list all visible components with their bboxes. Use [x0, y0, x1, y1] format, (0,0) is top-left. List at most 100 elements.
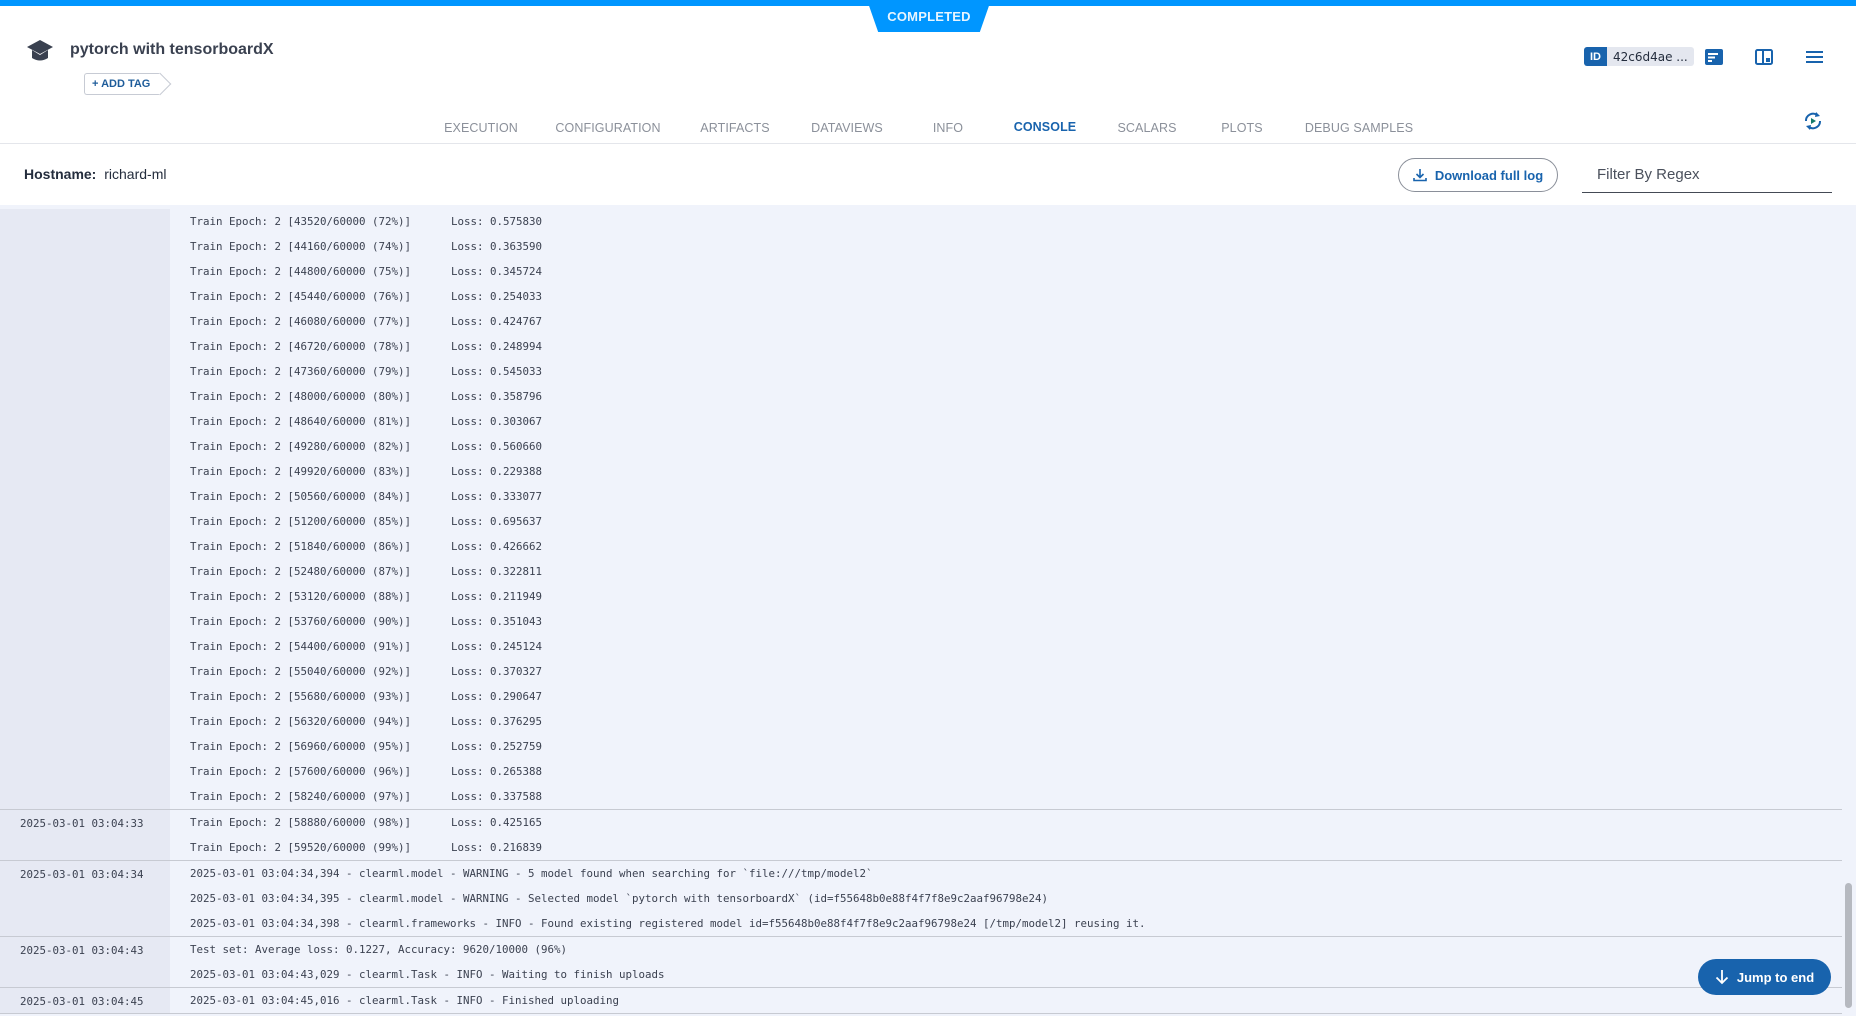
- tab-scalars[interactable]: SCALARS: [1112, 106, 1182, 150]
- arrow-down-icon: [1715, 970, 1728, 985]
- log-group: 2025-03-01 03:04:34 2025-03-01 03:04:34,3…: [0, 861, 1842, 937]
- console-scrollbar[interactable]: [1845, 883, 1852, 1008]
- tab-console[interactable]: CONSOLE: [994, 106, 1096, 150]
- log-line: Train Epoch: 2 [49280/60000 (82%)] Loss: …: [190, 434, 1842, 459]
- log-lines: Test set: Average loss: 0.1227, Accuracy…: [170, 937, 1842, 987]
- log-message: Train Epoch: 2 [49280/60000 (82%)]: [190, 440, 412, 453]
- log-line: Train Epoch: 2 [59520/60000 (99%)] Loss: …: [190, 835, 1842, 860]
- log-line: Train Epoch: 2 [46080/60000 (77%)] Loss: …: [190, 309, 1842, 334]
- download-label: Download full log: [1434, 167, 1544, 183]
- tab-configuration[interactable]: CONFIGURATION: [553, 106, 663, 150]
- log-message: 2025-03-01 03:04:34,394 - clearml.model …: [190, 867, 873, 880]
- menu-icon[interactable]: [1803, 46, 1825, 68]
- id-value: 42c6d4ae ...: [1607, 47, 1694, 66]
- log-loss: Loss: 0.560660: [451, 440, 543, 453]
- log-loss: Loss: 0.333077: [451, 490, 543, 503]
- log-line: 2025-03-01 03:04:34,394 - clearml.model …: [190, 861, 1842, 886]
- add-tag-button[interactable]: + ADD TAG: [84, 73, 161, 95]
- log-message: Train Epoch: 2 [46080/60000 (77%)]: [190, 315, 412, 328]
- log-lines: 2025-03-01 03:04:34,394 - clearml.model …: [170, 861, 1842, 936]
- graduation-cap-icon: [27, 40, 53, 61]
- log-loss: Loss: 0.695637: [451, 515, 543, 528]
- jump-to-end-button[interactable]: Jump to end: [1698, 959, 1831, 995]
- log-message: Train Epoch: 2 [45440/60000 (76%)]: [190, 290, 412, 303]
- add-tag-label: + ADD TAG: [92, 78, 151, 90]
- log-timestamp: 2025-03-01 03:04:33: [0, 810, 170, 860]
- task-title: pytorch with tensorboardX: [70, 41, 274, 58]
- log-line: Train Epoch: 2 [58880/60000 (98%)] Loss: …: [190, 810, 1842, 835]
- log-loss: Loss: 0.363590: [451, 240, 543, 253]
- log-line: Train Epoch: 2 [51840/60000 (86%)] Loss: …: [190, 534, 1842, 559]
- download-full-log-button[interactable]: Download full log: [1398, 158, 1558, 192]
- log-loss: Loss: 0.265388: [451, 765, 543, 778]
- log-message: Train Epoch: 2 [52480/60000 (87%)]: [190, 565, 412, 578]
- log-message: Train Epoch: 2 [44800/60000 (75%)]: [190, 265, 412, 278]
- log-loss: Loss: 0.426662: [451, 540, 543, 553]
- log-group: Train Epoch: 2 [43520/60000 (72%)] Loss: …: [0, 209, 1842, 810]
- log-line: Train Epoch: 2 [48640/60000 (81%)] Loss: …: [190, 409, 1842, 434]
- tab-bar: EXECUTION CONFIGURATION ARTIFACTS DATAVI…: [0, 106, 1856, 150]
- task-header: pytorch with tensorboardX + ADD TAG ID 4…: [0, 6, 1856, 150]
- log-loss: Loss: 0.337588: [451, 790, 543, 803]
- log-message: Train Epoch: 2 [44160/60000 (74%)]: [190, 240, 412, 253]
- log-timestamp: 2025-03-01 03:04:45: [0, 988, 170, 1013]
- tab-info[interactable]: INFO: [918, 106, 978, 150]
- log-timestamp: 2025-03-01 03:04:34: [0, 861, 170, 936]
- log-line: 2025-03-01 03:04:34,398 - clearml.framew…: [190, 911, 1842, 936]
- log-line: Train Epoch: 2 [56320/60000 (94%)] Loss: …: [190, 709, 1842, 734]
- log-line: Train Epoch: 2 [54400/60000 (91%)] Loss: …: [190, 634, 1842, 659]
- log-line: Train Epoch: 2 [56960/60000 (95%)] Loss: …: [190, 734, 1842, 759]
- jump-to-end-label: Jump to end: [1736, 969, 1815, 985]
- log-line: Train Epoch: 2 [43520/60000 (72%)] Loss: …: [190, 209, 1842, 234]
- log-group: 2025-03-01 03:04:33 Train Epoch: 2 [58880…: [0, 810, 1842, 861]
- log-message: Train Epoch: 2 [43520/60000 (72%)]: [190, 215, 412, 228]
- log-message: Train Epoch: 2 [47360/60000 (79%)]: [190, 365, 412, 378]
- log-loss: Loss: 0.252759: [451, 740, 543, 753]
- log-line: 2025-03-01 03:04:34,395 - clearml.model …: [190, 886, 1842, 911]
- log-line: Train Epoch: 2 [52480/60000 (87%)] Loss: …: [190, 559, 1842, 584]
- info-panel-icon[interactable]: [1703, 46, 1725, 68]
- tab-plots[interactable]: PLOTS: [1212, 106, 1272, 150]
- log-line: Train Epoch: 2 [53120/60000 (88%)] Loss: …: [190, 584, 1842, 609]
- log-lines: Train Epoch: 2 [58880/60000 (98%)] Loss: …: [170, 810, 1842, 860]
- console-toolbar: Hostname: richard-ml Download full log: [0, 145, 1856, 205]
- tab-dataviews[interactable]: DATAVIEWS: [806, 106, 888, 150]
- filter-regex-input[interactable]: [1582, 157, 1832, 193]
- download-icon: [1413, 169, 1427, 182]
- log-line: Train Epoch: 2 [51200/60000 (85%)] Loss: …: [190, 509, 1842, 534]
- log-loss: Loss: 0.229388: [451, 465, 543, 478]
- log-line: 2025-03-01 03:04:45,016 - clearml.Task -…: [190, 988, 1842, 1013]
- log-message: Train Epoch: 2 [49920/60000 (83%)]: [190, 465, 412, 478]
- tab-artifacts[interactable]: ARTIFACTS: [692, 106, 778, 150]
- log-loss: Loss: 0.248994: [451, 340, 543, 353]
- layout-icon[interactable]: [1753, 46, 1775, 68]
- hostname-value: richard-ml: [104, 166, 167, 182]
- tab-execution[interactable]: EXECUTION: [438, 106, 524, 150]
- log-group: 2025-03-01 03:04:45 2025-03-01 03:04:45,0…: [0, 988, 1842, 1014]
- tab-debug-samples[interactable]: DEBUG SAMPLES: [1300, 106, 1418, 150]
- log-loss: Loss: 0.575830: [451, 215, 543, 228]
- log-message: 2025-03-01 03:04:34,398 - clearml.framew…: [190, 917, 1146, 930]
- log-line: Train Epoch: 2 [57600/60000 (96%)] Loss: …: [190, 759, 1842, 784]
- log-message: Train Epoch: 2 [58240/60000 (97%)]: [190, 790, 412, 803]
- log-loss: Loss: 0.545033: [451, 365, 543, 378]
- log-message: Train Epoch: 2 [54400/60000 (91%)]: [190, 640, 412, 653]
- hostname: Hostname: richard-ml: [24, 166, 166, 182]
- log-message: 2025-03-01 03:04:45,016 - clearml.Task -…: [190, 994, 620, 1007]
- log-message: Train Epoch: 2 [51840/60000 (86%)]: [190, 540, 412, 553]
- log-loss: Loss: 0.370327: [451, 665, 543, 678]
- log-loss: Loss: 0.303067: [451, 415, 543, 428]
- log-line: Train Epoch: 2 [45440/60000 (76%)] Loss: …: [190, 284, 1842, 309]
- id-label: ID: [1584, 47, 1607, 66]
- task-id-chip[interactable]: ID 42c6d4ae ...: [1584, 47, 1694, 66]
- log-line: Train Epoch: 2 [55680/60000 (93%)] Loss: …: [190, 684, 1842, 709]
- log-loss: Loss: 0.358796: [451, 390, 543, 403]
- log-lines: Train Epoch: 2 [43520/60000 (72%)] Loss: …: [170, 209, 1842, 809]
- log-line: Train Epoch: 2 [55040/60000 (92%)] Loss: …: [190, 659, 1842, 684]
- log-message: Train Epoch: 2 [53120/60000 (88%)]: [190, 590, 412, 603]
- log-line: Train Epoch: 2 [48000/60000 (80%)] Loss: …: [190, 384, 1842, 409]
- auto-refresh-icon[interactable]: [1802, 110, 1824, 132]
- log-loss: Loss: 0.211949: [451, 590, 543, 603]
- log-loss: Loss: 0.254033: [451, 290, 543, 303]
- log-line: Train Epoch: 2 [46720/60000 (78%)] Loss: …: [190, 334, 1842, 359]
